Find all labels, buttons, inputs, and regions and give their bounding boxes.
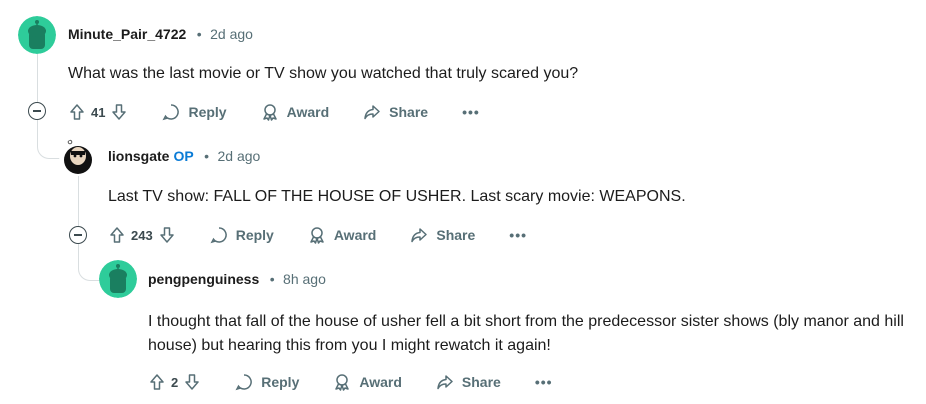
collapse-thread-button[interactable]: [69, 226, 87, 244]
username[interactable]: Minute_Pair_4722: [68, 26, 186, 42]
comment-body: Last TV show: FALL OF THE HOUSE OF USHER…: [108, 188, 686, 205]
upvote-icon[interactable]: [148, 373, 166, 391]
comment-actions: 41 Reply Award Share •••: [68, 100, 480, 124]
reply-button[interactable]: Reply: [235, 373, 299, 391]
vote-count: 243: [131, 227, 153, 243]
reply-label: Reply: [261, 374, 300, 390]
share-button[interactable]: Share: [436, 373, 501, 391]
share-button[interactable]: Share: [410, 226, 475, 244]
vote-group: 41: [68, 103, 128, 121]
share-icon: [437, 375, 453, 390]
award-button[interactable]: Award: [333, 373, 402, 391]
comment-avatar[interactable]: [59, 138, 97, 176]
vote-group: 243: [108, 226, 176, 244]
comment-actions: 243 Reply Award Share •••: [108, 223, 527, 247]
vote-count: 2: [171, 374, 179, 390]
vote-group: 2: [148, 373, 201, 391]
snoo-avatar-icon: [99, 260, 137, 298]
timestamp[interactable]: 8h ago: [283, 271, 326, 287]
upvote-icon[interactable]: [108, 226, 126, 244]
thread-line-level-1: [37, 54, 38, 102]
award-label: Award: [286, 104, 330, 120]
more-options-icon[interactable]: •••: [462, 105, 480, 119]
reply-button[interactable]: Reply: [210, 226, 274, 244]
reply-label: Reply: [235, 227, 274, 243]
downvote-icon[interactable]: [183, 373, 201, 391]
op-badge: OP: [173, 148, 194, 164]
reply-icon: [235, 374, 253, 391]
vote-count: 41: [91, 104, 106, 120]
downvote-icon[interactable]: [110, 103, 128, 121]
downvote-icon[interactable]: [158, 226, 176, 244]
share-icon: [364, 105, 380, 120]
collapse-thread-button[interactable]: [28, 102, 46, 120]
award-button[interactable]: Award: [308, 226, 377, 244]
timestamp[interactable]: 2d ago: [210, 26, 253, 42]
share-button[interactable]: Share: [363, 103, 428, 121]
separator-dot: •: [196, 26, 202, 42]
award-icon: [262, 104, 277, 121]
award-icon: [335, 374, 350, 391]
share-label: Share: [436, 227, 476, 243]
comment-avatar[interactable]: [99, 260, 137, 298]
thread-elbow-level-3: [78, 242, 101, 281]
upvote-icon[interactable]: [68, 103, 86, 121]
comment-header: Minute_Pair_4722 • 2d ago: [68, 26, 253, 44]
share-icon: [411, 228, 428, 243]
more-options-icon[interactable]: •••: [535, 375, 553, 389]
reply-button[interactable]: Reply: [162, 103, 227, 121]
award-icon: [310, 227, 324, 244]
more-options-icon[interactable]: •••: [509, 228, 527, 242]
award-button[interactable]: Award: [261, 103, 330, 121]
reply-icon: [210, 227, 227, 244]
reply-label: Reply: [188, 104, 227, 120]
comment-body: I thought that fall of the house of ushe…: [148, 313, 904, 354]
lionsgate-avatar-icon: [59, 138, 97, 176]
separator-dot: •: [269, 271, 275, 287]
award-label: Award: [359, 374, 402, 390]
comment-actions: 2 Reply Award Share •••: [148, 370, 553, 394]
timestamp[interactable]: 2d ago: [218, 148, 261, 164]
comment-body: What was the last movie or TV show you w…: [68, 65, 579, 82]
comment-header: pengpenguiness • 8h ago: [148, 271, 326, 289]
snoo-avatar-icon: [18, 16, 56, 54]
award-label: Award: [333, 227, 377, 243]
comment-avatar[interactable]: [18, 16, 56, 54]
username[interactable]: pengpenguiness: [148, 271, 259, 287]
username[interactable]: lionsgate: [108, 148, 169, 164]
comment-header: lionsgate OP • 2d ago: [108, 148, 260, 166]
share-label: Share: [461, 374, 501, 390]
thread-elbow-level-2: [37, 118, 60, 159]
reply-icon: [162, 104, 180, 121]
thread-line-level-2: [78, 176, 79, 226]
share-label: Share: [389, 104, 429, 120]
separator-dot: •: [204, 148, 210, 164]
